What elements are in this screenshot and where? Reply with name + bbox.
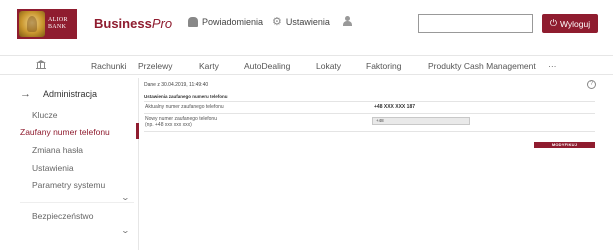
sidebar-heading[interactable]: → Administracja — [20, 88, 97, 100]
divider — [20, 202, 134, 203]
chevron-down-icon[interactable]: ⌄ — [121, 226, 130, 235]
sidebar-item-klucze[interactable]: Klucze — [32, 110, 58, 120]
new-number-input[interactable]: +48 — [372, 117, 470, 125]
nav-item-autodealing[interactable]: AutoDealing — [244, 61, 290, 71]
modify-button[interactable]: MODYFIKUJ — [534, 142, 595, 148]
main-content: ? Dane z 30.04.2019, 11:49:40 Ustawienia… — [139, 78, 613, 250]
bank-building-icon[interactable] — [36, 60, 46, 70]
settings-link[interactable]: ⚙ Ustawienia — [272, 16, 330, 28]
logout-button[interactable]: ⏻ Wyloguj — [542, 14, 598, 33]
power-icon: ⏻ — [549, 18, 557, 28]
sidebar-item-ustawienia[interactable]: Ustawienia — [32, 163, 74, 173]
bell-icon — [188, 17, 198, 27]
panel-title: Ustawienia zaufanego numeru telefonu — [144, 94, 228, 99]
notifications-link[interactable]: Powiadomienia — [188, 17, 263, 27]
sidebar: → Administracja Klucze Zaufany numer tel… — [0, 78, 139, 250]
chevron-down-icon[interactable]: ⌄ — [121, 193, 130, 202]
search-input[interactable] — [418, 14, 533, 33]
sidebar-item-zaufany-numer[interactable]: Zaufany numer telefonu — [20, 127, 110, 137]
sidebar-item-zmiana-hasla[interactable]: Zmiana hasła — [32, 145, 83, 155]
nav-item-faktoring[interactable]: Faktoring — [366, 61, 401, 71]
brand-name: BusinessPro — [94, 16, 173, 31]
new-number-label: Nowy numer zaufanego telefonu (np. +48 x… — [145, 116, 217, 128]
top-bar: ALIOR BANK BusinessPro Powiadomienia ⚙ U… — [0, 0, 613, 50]
divider — [144, 101, 595, 102]
gear-icon: ⚙ — [272, 16, 282, 28]
sidebar-section-bezpieczenstwo[interactable]: Bezpieczeństwo — [32, 211, 93, 221]
current-number-label: Aktualny numer zaufanego telefonu — [145, 104, 224, 110]
alior-bank-logo[interactable]: ALIOR BANK — [17, 9, 77, 39]
help-icon[interactable]: ? — [587, 80, 596, 89]
data-timestamp: Dane z 30.04.2019, 11:49:40 — [144, 82, 209, 88]
nav-item-lokaty[interactable]: Lokaty — [316, 61, 341, 71]
sidebar-item-parametry[interactable]: Parametry systemu — [32, 180, 105, 190]
nav-more-button[interactable]: ··· — [548, 61, 557, 71]
logo-text: ALIOR BANK — [48, 17, 68, 30]
nav-item-przelewy[interactable]: Przelewy — [138, 61, 172, 71]
user-icon[interactable] — [343, 16, 352, 26]
arrow-right-icon: → — [20, 88, 31, 100]
nav-item-cash-management[interactable]: Produkty Cash Management — [428, 61, 536, 71]
main-navigation: Rachunki Przelewy Karty AutoDealing Loka… — [0, 55, 613, 75]
nav-item-karty[interactable]: Karty — [199, 61, 219, 71]
bank-emblem-icon — [19, 11, 45, 37]
divider — [144, 113, 595, 114]
divider — [144, 131, 595, 132]
nav-item-rachunki[interactable]: Rachunki — [91, 61, 126, 71]
current-number-value: +48 XXX XXX 187 — [374, 104, 416, 110]
